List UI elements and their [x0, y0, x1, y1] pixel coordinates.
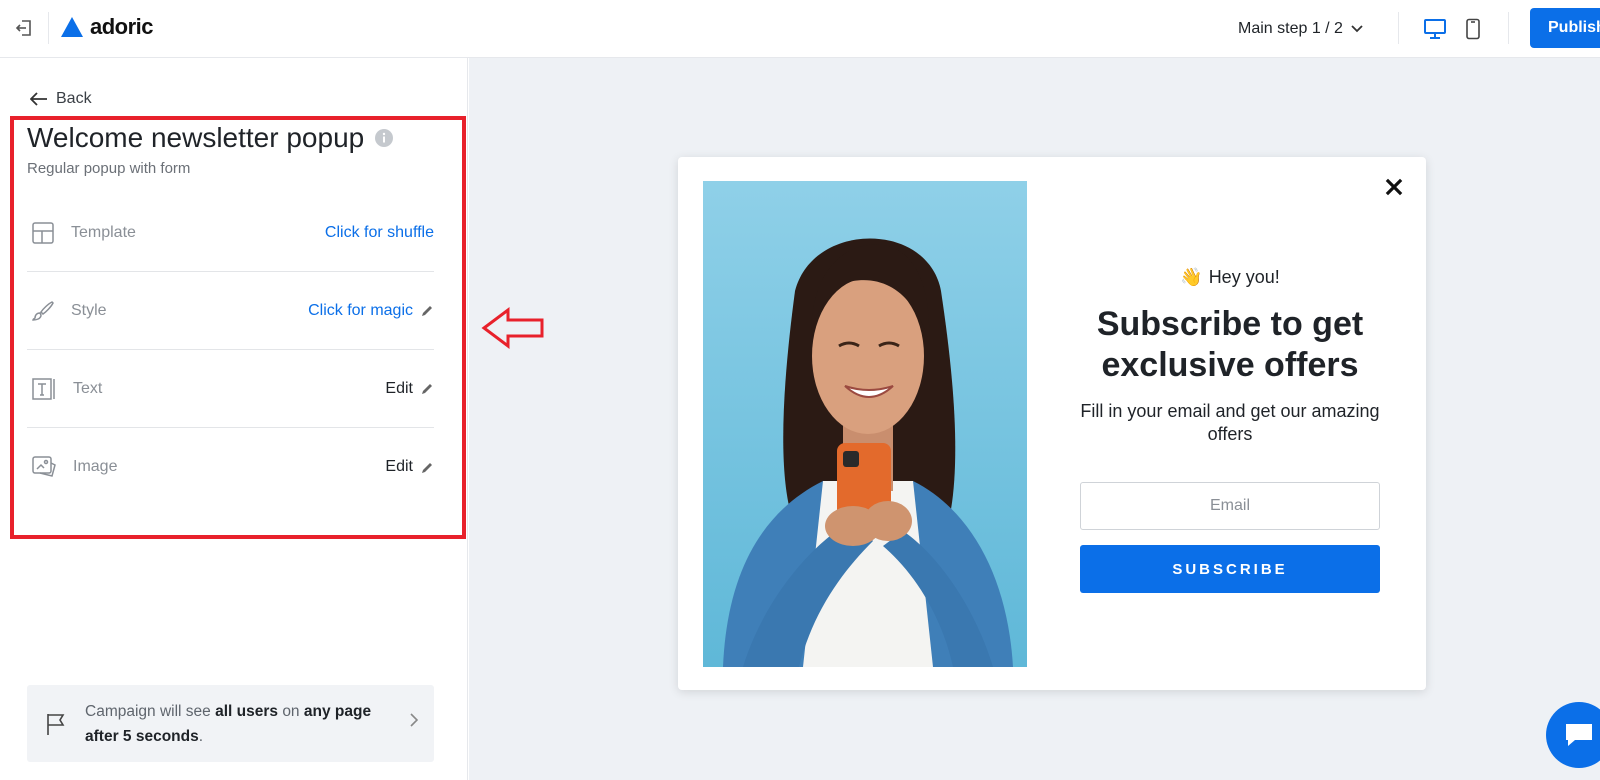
brand-name: adoric — [90, 14, 154, 39]
campaign-mid: on — [282, 702, 300, 720]
highlight-annotation — [10, 116, 466, 539]
arrow-annotation-icon — [481, 307, 544, 349]
flag-icon — [47, 713, 65, 735]
popup-preview[interactable]: 👋 Hey you! Subscribe to get exclusive of… — [678, 157, 1426, 690]
divider — [48, 12, 49, 44]
adoric-logo-icon — [61, 17, 83, 37]
mobile-view-icon[interactable] — [1458, 14, 1488, 44]
chevron-down-icon — [1351, 25, 1363, 33]
popup-image[interactable] — [703, 181, 1027, 667]
arrow-left-icon — [30, 92, 47, 106]
greeting: 👋 Hey you! — [1080, 267, 1380, 288]
back-link[interactable]: Back — [30, 90, 92, 108]
back-label: Back — [56, 90, 92, 107]
waving-hand-icon: 👋 — [1180, 267, 1203, 287]
divider — [1398, 12, 1399, 44]
step-selector[interactable]: Main step 1 / 2 — [1238, 16, 1363, 42]
brand-logo[interactable]: adoric — [60, 14, 154, 40]
popup-form: 👋 Hey you! Subscribe to get exclusive of… — [1080, 267, 1380, 593]
campaign-audience: all users — [215, 702, 278, 720]
top-bar: adoric Main step 1 / 2 Publish — [0, 0, 1600, 58]
divider — [1508, 12, 1509, 44]
email-field[interactable] — [1080, 482, 1380, 530]
campaign-delay: after 5 seconds — [85, 727, 199, 745]
campaign-suffix: . — [198, 727, 204, 745]
campaign-text: Campaign will see all users on any page … — [85, 699, 395, 749]
chevron-right-icon — [410, 713, 418, 727]
campaign-page: any page — [303, 702, 372, 720]
desktop-view-icon[interactable] — [1420, 14, 1450, 44]
popup-headline: Subscribe to get exclusive offers — [1096, 305, 1364, 384]
greeting-text: Hey you! — [1208, 267, 1280, 287]
woman-with-phone-photo — [703, 181, 1027, 667]
step-label: Main step 1 / 2 — [1238, 20, 1343, 37]
publish-button[interactable]: Publish — [1530, 8, 1600, 48]
campaign-prefix: Campaign will see — [85, 702, 211, 720]
chat-icon — [1566, 724, 1592, 746]
left-panel: Back Welcome newsletter popup Regular po… — [0, 58, 468, 780]
subscribe-button[interactable]: SUBSCRIBE — [1080, 545, 1380, 593]
popup-subtext: Fill in your email and get our amazing o… — [1080, 401, 1380, 444]
exit-icon[interactable] — [10, 14, 38, 42]
close-icon[interactable] — [1382, 175, 1406, 199]
campaign-targeting-summary[interactable]: Campaign will see all users on any page … — [27, 685, 434, 762]
